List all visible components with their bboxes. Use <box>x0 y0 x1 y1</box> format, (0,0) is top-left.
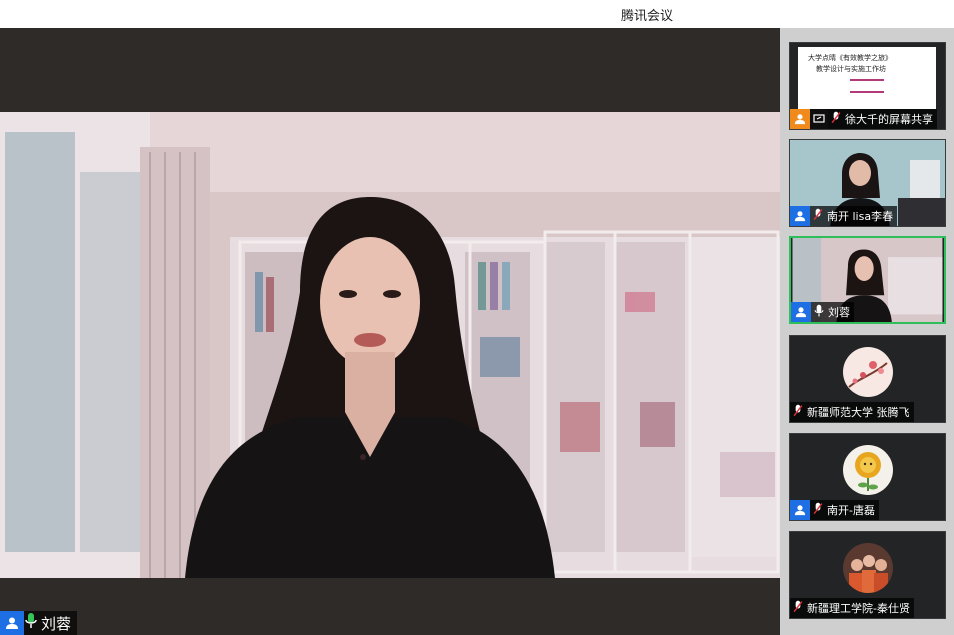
title-bar: 腾讯会议 <box>0 0 954 28</box>
tile-namebox: 南开-唐磊 <box>810 500 879 520</box>
shared-screen-thumbnail: 大学点晴《有效教学之旅》 教学设计与实施工作坊 <box>798 47 936 109</box>
participant-name: 新疆理工学院-秦仕贤 <box>807 602 910 615</box>
tile-caption: 南开-唐磊 <box>790 500 879 520</box>
speaker-name: 刘蓉 <box>41 614 72 633</box>
tile-namebox: 南开 lisa李春 <box>810 206 898 226</box>
tile-caption: 南开 lisa李春 <box>790 206 898 226</box>
user-icon <box>790 206 810 226</box>
participant-tile-avatar[interactable]: 新疆师范大学 张腾飞 <box>789 335 946 423</box>
participant-sidebar[interactable]: 大学点晴《有效教学之旅》 教学设计与实施工作坊 徐大千的屏幕共享 南开 lisa… <box>780 28 954 635</box>
slide-decoration <box>850 79 884 93</box>
participant-name: 刘蓉 <box>828 306 850 319</box>
tile-caption: 徐大千的屏幕共享 <box>790 109 937 129</box>
tile-namebox: 刘蓉 <box>811 302 854 322</box>
mic-muted-icon <box>792 599 804 618</box>
participant-tile-video[interactable]: 南开 lisa李春 <box>789 139 946 227</box>
participant-name: 南开-唐磊 <box>827 504 875 517</box>
speaker-name-tag: 刘蓉 <box>0 611 78 635</box>
participant-name: 南开 lisa李春 <box>827 210 894 223</box>
mic-muted-icon <box>812 501 824 520</box>
tile-caption: 新疆理工学院-秦仕贤 <box>790 598 914 618</box>
user-icon <box>0 611 24 635</box>
user-icon <box>790 109 810 129</box>
screen-share-icon <box>810 109 828 129</box>
tile-namebox: 徐大千的屏幕共享 <box>828 109 937 129</box>
main-stage[interactable]: 刘蓉 <box>0 28 780 635</box>
mic-muted-icon <box>792 403 804 422</box>
mic-muted-icon <box>812 207 824 226</box>
window-title: 腾讯会议 <box>620 9 673 24</box>
speaker-video[interactable] <box>0 112 780 578</box>
speaker-video-frame <box>0 112 780 578</box>
participant-tile-avatar[interactable]: 新疆理工学院-秦仕贤 <box>789 531 946 619</box>
slide-title-line1: 大学点晴《有效教学之旅》 <box>808 54 892 62</box>
participant-name: 新疆师范大学 张腾飞 <box>807 406 910 419</box>
tile-caption: 新疆师范大学 张腾飞 <box>790 402 914 422</box>
avatar <box>843 543 893 593</box>
mic-on-icon <box>813 303 825 322</box>
mic-on-icon <box>24 612 38 634</box>
user-icon <box>791 302 811 322</box>
tile-caption: 刘蓉 <box>791 302 854 322</box>
tile-namebox: 新疆师范大学 张腾飞 <box>790 402 914 422</box>
participant-tile-screen-share[interactable]: 大学点晴《有效教学之旅》 教学设计与实施工作坊 徐大千的屏幕共享 <box>789 42 946 130</box>
tile-namebox: 新疆理工学院-秦仕贤 <box>790 598 914 618</box>
participant-tile-avatar[interactable]: 南开-唐磊 <box>789 433 946 521</box>
avatar <box>843 445 893 495</box>
mic-muted-icon <box>830 110 842 129</box>
slide-title-line2: 教学设计与实施工作坊 <box>816 65 886 73</box>
participant-name: 徐大千的屏幕共享 <box>845 113 933 126</box>
avatar <box>843 347 893 397</box>
participant-tile-active[interactable]: 刘蓉 <box>789 236 946 324</box>
user-icon <box>790 500 810 520</box>
